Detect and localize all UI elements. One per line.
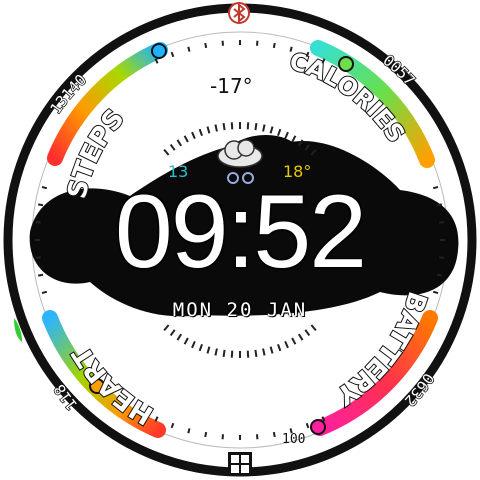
- grid-icon[interactable]: [228, 452, 252, 476]
- tick: [432, 290, 439, 295]
- tick: [289, 46, 293, 52]
- tick: [254, 123, 258, 131]
- tick: [254, 349, 258, 357]
- tick: [272, 42, 276, 49]
- tick: [191, 131, 196, 140]
- battery-dot: [310, 419, 326, 435]
- tick: [272, 431, 276, 438]
- tick: [291, 337, 297, 345]
- tick: [262, 348, 266, 356]
- time-display: 09:52: [114, 174, 367, 290]
- date-day: MON: [172, 299, 214, 321]
- heart-label: HEART: [67, 340, 159, 430]
- tick: [214, 124, 218, 132]
- date-display: MON 20 JAN: [0, 299, 480, 321]
- tick: [204, 42, 208, 49]
- tick: [204, 431, 208, 438]
- tick: [297, 333, 304, 341]
- scale-mark: 100: [282, 432, 305, 447]
- tick: [305, 422, 310, 429]
- tick: [183, 337, 189, 345]
- tick: [163, 324, 170, 332]
- tick: [269, 126, 274, 134]
- tick: [169, 143, 176, 151]
- tick: [187, 46, 191, 52]
- tick: [169, 329, 176, 337]
- tick: [191, 340, 196, 349]
- tick: [176, 333, 183, 341]
- tick: [284, 340, 289, 349]
- tick: [206, 346, 211, 354]
- tick: [163, 148, 170, 156]
- tick: [198, 128, 203, 137]
- tick: [277, 343, 282, 352]
- steps-dot: [151, 43, 167, 59]
- tick: [154, 416, 159, 422]
- tick: [262, 124, 266, 132]
- bluetooth-icon[interactable]: [228, 2, 250, 24]
- tick: [187, 428, 191, 434]
- tick: [41, 290, 48, 295]
- date-month: JAN: [266, 299, 308, 321]
- tick: [214, 348, 218, 356]
- tick: [176, 139, 183, 147]
- tick: [269, 346, 274, 354]
- tick: [170, 51, 175, 58]
- tick: [284, 131, 289, 140]
- weather-temp: -17°: [210, 74, 253, 98]
- tick: [291, 135, 297, 143]
- tick: [304, 329, 311, 337]
- tick: [198, 343, 203, 352]
- tick: [222, 123, 226, 131]
- tick: [170, 422, 175, 429]
- tick: [310, 324, 317, 332]
- tick: [183, 135, 189, 143]
- tick: [277, 128, 282, 137]
- tick: [222, 349, 226, 357]
- tick: [206, 126, 211, 134]
- date-num: 20: [226, 299, 254, 321]
